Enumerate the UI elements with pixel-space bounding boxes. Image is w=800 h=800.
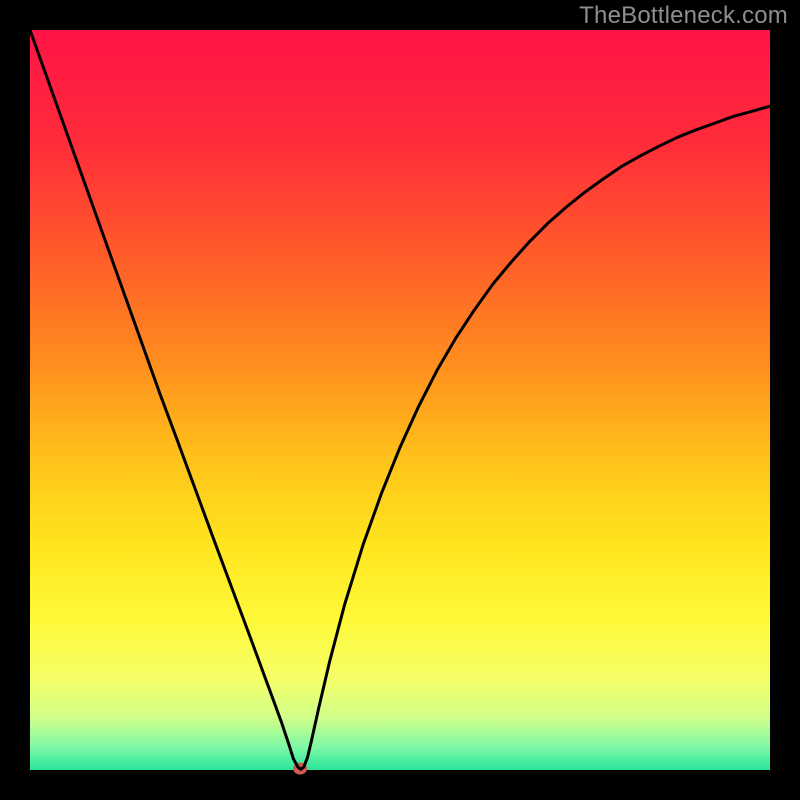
chart-root: TheBottleneck.com	[0, 0, 800, 800]
plot-background	[30, 30, 770, 770]
chart-canvas	[0, 0, 800, 800]
watermark-text: TheBottleneck.com	[579, 2, 788, 30]
